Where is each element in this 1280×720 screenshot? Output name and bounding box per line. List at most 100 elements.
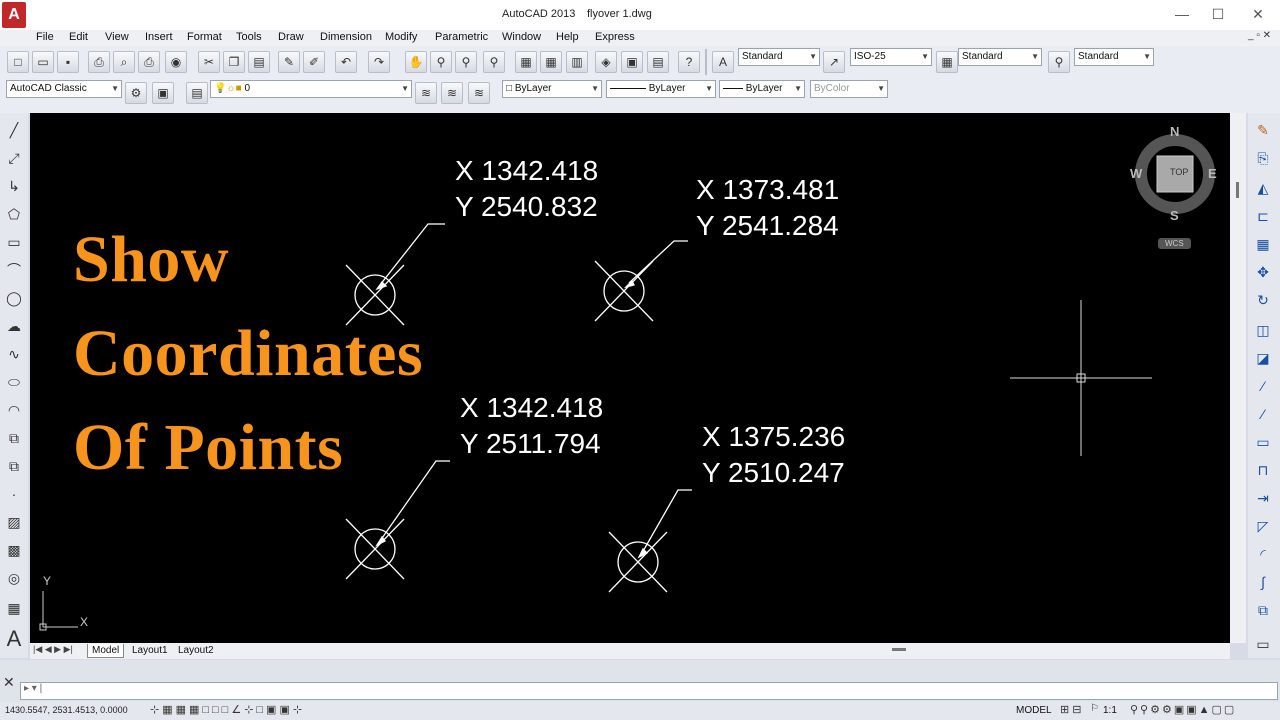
gradient-icon[interactable]: ▩ — [3, 539, 25, 561]
pan-icon[interactable]: ✋ — [405, 51, 427, 73]
hatch-icon[interactable]: ▨ — [3, 511, 25, 533]
viewport-tools[interactable]: ⊞ ⊟ — [1060, 703, 1082, 716]
copy-icon[interactable]: ❐ — [223, 51, 245, 73]
undo-icon[interactable]: ↶ — [335, 51, 357, 73]
3dprint-icon[interactable]: ◉ — [165, 51, 187, 73]
linetype-select[interactable]: ByLayer ▼ — [606, 80, 716, 98]
menu-parametric[interactable]: Parametric — [435, 31, 488, 43]
save-icon[interactable]: ▪ — [57, 51, 79, 73]
vertical-scroll-thumb[interactable] — [1236, 182, 1239, 198]
point-marker[interactable] — [345, 223, 445, 326]
erase-icon[interactable]: ✎ — [1252, 119, 1274, 141]
rotate-icon[interactable]: ↻ — [1252, 289, 1274, 311]
layer-select[interactable]: 💡☼■ 0 ▼ — [210, 80, 412, 98]
dim-style-select[interactable]: ISO-25 ▼ — [850, 48, 932, 66]
paste-icon[interactable]: ▤ — [248, 51, 270, 73]
close-command-icon[interactable]: ✕ — [3, 674, 15, 691]
copy-object-icon[interactable]: ⎘ — [1252, 147, 1274, 169]
close-button[interactable]: ✕ — [1246, 4, 1270, 24]
color-select[interactable]: □ ByLayer ▼ — [502, 80, 602, 98]
wcs-menu[interactable]: WCS — [1165, 239, 1184, 248]
tab-layout1[interactable]: Layout1 — [128, 644, 172, 657]
menu-modify[interactable]: Modify — [385, 31, 417, 43]
move-icon[interactable]: ✥ — [1252, 261, 1274, 283]
menu-format[interactable]: Format — [187, 31, 222, 43]
drawing-canvas[interactable]: X 1342.418 Y 2540.832 X 1373.481 Y 2541.… — [30, 113, 1230, 643]
properties-icon[interactable]: ▦ — [515, 51, 537, 73]
line-icon[interactable]: ╱ — [3, 119, 25, 141]
help-icon[interactable]: ? — [678, 51, 700, 73]
cursor-coordinates[interactable]: 1430.5547, 2531.4513, 0.0000 — [5, 705, 128, 715]
autocad-logo-icon[interactable]: A — [2, 2, 26, 28]
print-icon[interactable]: ⎙ — [88, 51, 110, 73]
extend-icon[interactable]: ⁄ — [1252, 403, 1274, 425]
point-marker[interactable] — [594, 240, 688, 322]
tab-layout2[interactable]: Layout2 — [174, 644, 218, 657]
menu-dimension[interactable]: Dimension — [320, 31, 372, 43]
layer-previous-icon[interactable]: ≋ — [441, 82, 463, 104]
break-at-point-icon[interactable]: ▭ — [1252, 431, 1274, 453]
viewcube[interactable] — [1135, 134, 1215, 249]
table-style-icon[interactable]: ▦ — [936, 51, 958, 73]
cut-icon[interactable]: ✂ — [198, 51, 220, 73]
design-center-icon[interactable]: ▦ — [540, 51, 562, 73]
zoom-previous-icon[interactable]: ⚲ — [483, 51, 505, 73]
multiline-text-icon[interactable]: A — [3, 628, 25, 650]
mleader-style-icon[interactable]: ⚲ — [1048, 51, 1070, 73]
menu-window[interactable]: Window — [502, 31, 541, 43]
menu-insert[interactable]: Insert — [145, 31, 173, 43]
menu-express[interactable]: Express — [595, 31, 635, 43]
construction-line-icon[interactable]: ⤢ — [3, 147, 25, 169]
rectangle-icon[interactable]: ▭ — [3, 231, 25, 253]
mirror-icon[interactable]: ◭ — [1252, 177, 1274, 199]
point-icon[interactable]: · — [3, 483, 25, 505]
blend-curves-icon[interactable]: ∫ — [1252, 571, 1274, 593]
menu-draw[interactable]: Draw — [278, 31, 304, 43]
point-marker[interactable] — [345, 460, 450, 580]
viewcube-east[interactable]: E — [1208, 166, 1217, 181]
zoom-window-icon[interactable]: ⚲ — [455, 51, 477, 73]
workspace-select[interactable]: AutoCAD Classic ▼ — [6, 80, 122, 98]
explode-icon[interactable]: ⧉ — [1252, 599, 1274, 621]
plotstyle-select[interactable]: ByColor ▼ — [810, 80, 888, 98]
block-editor-icon[interactable]: ✐ — [303, 51, 325, 73]
spline-icon[interactable]: ∿ — [3, 343, 25, 365]
tab-model[interactable]: Model — [87, 644, 125, 658]
status-tray-icons[interactable]: ⚲⚲⚙⚙▣▣▲▢▢ — [1130, 703, 1236, 716]
stretch-icon[interactable]: ◪ — [1252, 347, 1274, 369]
mleader-style-select[interactable]: Standard ▼ — [1074, 48, 1154, 66]
command-line-input[interactable]: ▸ ▾ | — [20, 682, 1278, 700]
region-icon[interactable]: ◎ — [3, 567, 25, 589]
fillet-icon[interactable]: ◜ — [1252, 543, 1274, 565]
publish-icon[interactable]: ⎙ — [138, 51, 160, 73]
annotation-scale-select[interactable]: 1:1 — [1103, 705, 1117, 716]
open-icon[interactable]: ▭ — [32, 51, 54, 73]
ellipse-icon[interactable]: ⬭ — [3, 371, 25, 393]
offset-icon[interactable]: ⊏ — [1252, 205, 1274, 227]
join-icon[interactable]: ⇥ — [1252, 487, 1274, 509]
menu-edit[interactable]: Edit — [69, 31, 88, 43]
customize-icon[interactable]: ▣ — [152, 82, 174, 104]
zoom-realtime-icon[interactable]: ⚲ — [430, 51, 452, 73]
table-style-select[interactable]: Standard ▼ — [958, 48, 1042, 66]
make-block-icon[interactable]: ⧉ — [3, 455, 25, 477]
scale-icon[interactable]: ◫ — [1252, 319, 1274, 341]
lineweight-select[interactable]: ByLayer ▼ — [719, 80, 805, 98]
circle-icon[interactable]: ◯ — [3, 287, 25, 309]
polyline-icon[interactable]: ↳ — [3, 175, 25, 197]
make-current-layer-icon[interactable]: ≋ — [415, 82, 437, 104]
ellipse-arc-icon[interactable]: ◠ — [3, 399, 25, 421]
new-icon[interactable]: □ — [7, 51, 29, 73]
match-properties-icon[interactable]: ✎ — [278, 51, 300, 73]
preview-icon[interactable]: ⌕ — [113, 51, 135, 73]
workspace-settings-icon[interactable]: ⚙ — [125, 82, 147, 104]
menu-tools[interactable]: Tools — [236, 31, 262, 43]
model-space-button[interactable]: MODEL — [1016, 705, 1052, 716]
point-marker[interactable] — [608, 489, 692, 593]
break-icon[interactable]: ⊓ — [1252, 459, 1274, 481]
trim-icon[interactable]: ⁄ — [1252, 375, 1274, 397]
annotation-scale-icon[interactable]: ⚐ — [1090, 703, 1099, 714]
layer-properties-icon[interactable]: ▤ — [186, 82, 208, 104]
array-icon[interactable]: ▦ — [1252, 233, 1274, 255]
text-style-select[interactable]: Standard ▼ — [738, 48, 820, 66]
